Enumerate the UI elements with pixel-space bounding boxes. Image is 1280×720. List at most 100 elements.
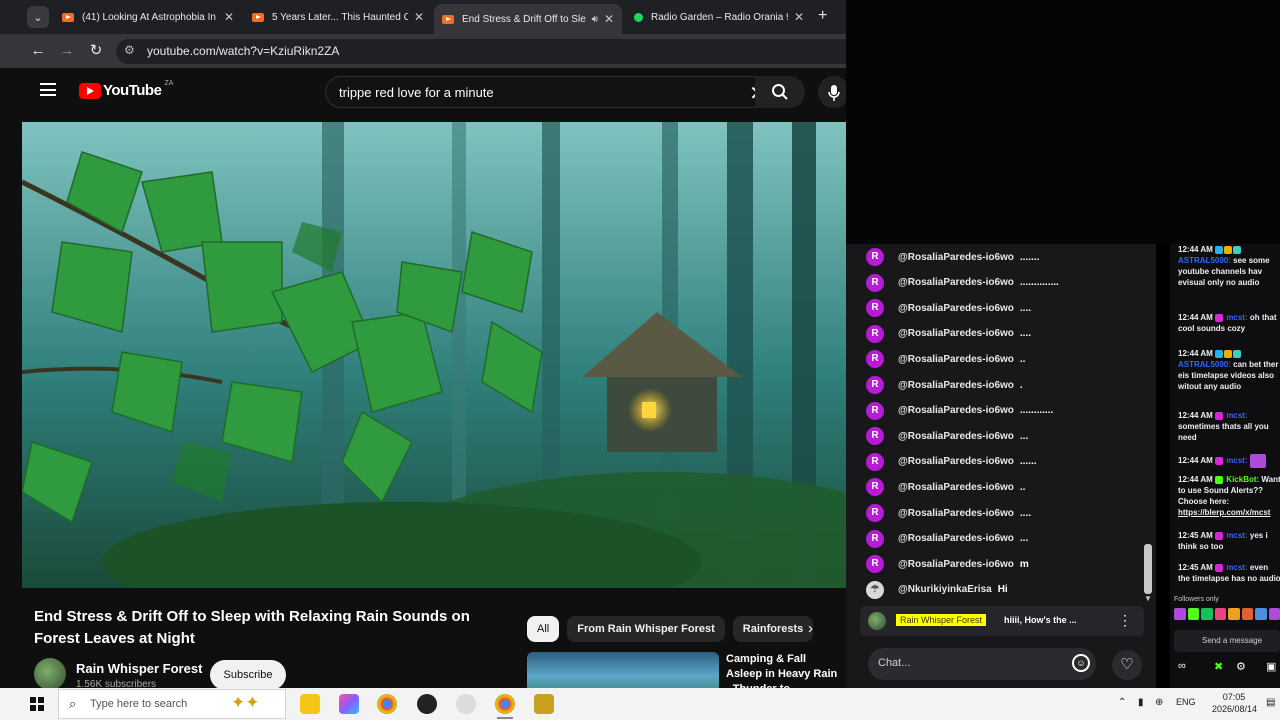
side-chat-message[interactable]: 12:44 AM mcst: sometimes thats all you n… [1178, 410, 1280, 443]
scroll-down-icon[interactable]: ▼ [1144, 594, 1152, 603]
chat-message[interactable]: R @RosaliaParedes-io6wo... [866, 426, 1028, 446]
user-avatar[interactable]: R [866, 478, 884, 497]
user-avatar[interactable]: R [866, 248, 884, 266]
message-username[interactable]: mcst: [1226, 456, 1247, 465]
chat-username[interactable]: @RosaliaParedes-io6wo [898, 431, 1014, 442]
menu-icon[interactable] [40, 83, 56, 96]
settings-icon[interactable]: ⚙ [1236, 660, 1246, 673]
side-chat-message[interactable]: 12:44 AM mcst: oh that cool sounds cozy [1178, 312, 1280, 334]
chat-username[interactable]: @RosaliaParedes-io6wo [898, 303, 1014, 314]
close-tab-icon[interactable]: ✕ [794, 10, 804, 24]
windows-start-icon[interactable] [30, 697, 44, 711]
pinned-message[interactable]: Rain Whisper Forest hiiii, How's the ...… [860, 606, 1144, 636]
mic-tray-icon[interactable]: ▮ [1138, 697, 1144, 708]
side-chat-message[interactable]: 12:44 AM ASTRAL5090: see some youtube ch… [1178, 244, 1280, 288]
github-icon[interactable] [417, 694, 437, 714]
tab-radio-garden[interactable]: Radio Garden – Radio Orania 9 ✕ [626, 4, 812, 30]
language-indicator[interactable]: ENG [1176, 697, 1196, 707]
chat-username[interactable]: @NkurikiyinkaErisa [898, 584, 992, 595]
recommended-title[interactable]: Camping & Fall Asleep in Heavy Rain - Th… [726, 652, 838, 688]
search-input[interactable]: trippe red love for a minute ✕ [325, 76, 775, 108]
channel-name[interactable]: Rain Whisper Forest [76, 661, 202, 676]
tab-astrophobia[interactable]: (41) Looking At Astrophobia In ✕ [54, 4, 242, 30]
file-explorer-icon[interactable] [300, 694, 320, 714]
side-chat-message[interactable]: 12:45 AM mcst: yes i think so too [1178, 530, 1280, 552]
side-chat-message[interactable]: 12:44 AM ASTRAL5090: can bet ther eis ti… [1178, 348, 1280, 392]
forward-icon[interactable]: → [57, 41, 77, 61]
chat-username[interactable]: @RosaliaParedes-io6wo [898, 456, 1014, 467]
new-tab-icon[interactable]: + [818, 7, 827, 25]
chat-username[interactable]: @RosaliaParedes-io6wo [898, 328, 1014, 339]
message-username[interactable]: ASTRAL5090: [1178, 256, 1231, 265]
user-avatar[interactable]: R [866, 273, 884, 292]
emote-bar[interactable] [1174, 608, 1280, 622]
chat-message[interactable]: R @RosaliaParedes-io6wo. [866, 375, 1023, 395]
chat-username[interactable]: @RosaliaParedes-io6wo [898, 405, 1014, 416]
app-icon[interactable] [534, 694, 554, 714]
channel-avatar[interactable] [34, 658, 66, 688]
more-options-icon[interactable]: ⋮ [1118, 612, 1132, 629]
chip-from-channel[interactable]: From Rain Whisper Forest [567, 616, 725, 642]
chat-username[interactable]: @RosaliaParedes-io6wo [898, 559, 1014, 570]
message-username[interactable]: mcst: [1226, 563, 1247, 572]
chat-input[interactable]: Chat... ☺ [868, 648, 1096, 680]
network-icon[interactable]: ⊕ [1155, 697, 1163, 708]
chat-username[interactable]: @RosaliaParedes-io6wo [898, 252, 1014, 263]
notifications-icon[interactable]: ▤ [1266, 697, 1275, 708]
side-chat-message[interactable]: 12:44 AM KickBot: Want to use Sound Aler… [1178, 474, 1280, 518]
clock[interactable]: 07:05 2026/08/14 [1212, 691, 1257, 715]
tab-haunted[interactable]: 5 Years Later... This Haunted Ca ✕ [244, 4, 432, 30]
chat-username[interactable]: @RosaliaParedes-io6wo [898, 482, 1014, 493]
message-username[interactable]: mcst: [1226, 313, 1247, 322]
chat-username[interactable]: @RosaliaParedes-io6wo [898, 533, 1014, 544]
user-avatar[interactable]: R [866, 452, 884, 471]
chat-message[interactable]: R @RosaliaParedes-io6wo.... [866, 503, 1031, 523]
chat-message[interactable]: R @RosaliaParedes-io6wo... [866, 529, 1028, 549]
chrome-icon[interactable] [377, 694, 397, 714]
close-tab-icon[interactable]: ✕ [224, 10, 234, 24]
gift-icon[interactable]: ▣ [1266, 660, 1276, 673]
user-avatar[interactable]: R [866, 529, 884, 548]
chat-message[interactable]: R @RosaliaParedes-io6wo.... [866, 324, 1031, 344]
tab-search-button[interactable]: ⌄ [27, 6, 49, 28]
chat-username[interactable]: @RosaliaParedes-io6wo [898, 508, 1014, 519]
user-avatar[interactable]: R [866, 350, 884, 369]
chat-message[interactable]: R @RosaliaParedes-io6wo............ [866, 401, 1053, 421]
chat-message[interactable]: R @RosaliaParedes-io6wo m [866, 554, 1029, 574]
chat-message[interactable]: R @RosaliaParedes-io6wo.............. [866, 273, 1059, 293]
chat-username[interactable]: @RosaliaParedes-io6wo [898, 277, 1014, 288]
user-avatar[interactable]: R [866, 376, 884, 394]
chat-message[interactable]: R @RosaliaParedes-io6wo.. [866, 477, 1025, 497]
side-chat-message[interactable]: 12:44 AM mcst: [1178, 454, 1280, 468]
message-username[interactable]: mcst: [1226, 411, 1247, 420]
video-player[interactable] [22, 122, 846, 588]
site-info-icon[interactable]: ⚙ [124, 43, 135, 57]
chat-message[interactable]: R @RosaliaParedes-io6wo...... [866, 452, 1037, 472]
kick-icon[interactable]: ✖ [1214, 660, 1223, 673]
microphone-icon[interactable] [818, 76, 846, 108]
search-button[interactable] [755, 76, 805, 108]
snipping-tool-icon[interactable] [456, 694, 476, 714]
user-avatar[interactable]: R [866, 299, 884, 318]
user-avatar[interactable]: R [866, 504, 884, 522]
close-tab-icon[interactable]: ✕ [414, 10, 424, 24]
address-bar[interactable]: ⚙ youtube.com/watch?v=KziuRikn2ZA [116, 39, 846, 64]
message-username[interactable]: KickBot: [1226, 475, 1259, 484]
user-avatar[interactable]: R [866, 401, 884, 420]
speaker-icon[interactable]: 🔊︎ [592, 14, 598, 25]
chrome-profile-icon[interactable] [495, 694, 515, 714]
chat-username[interactable]: @RosaliaParedes-io6wo [898, 380, 1014, 391]
emoji-icon[interactable]: ☺ [1072, 654, 1090, 672]
message-link[interactable]: https://blerp.com/x/mcst [1178, 508, 1270, 517]
subscribe-button[interactable]: Subscribe [210, 660, 286, 688]
tab-end-stress[interactable]: End Stress & Drift Off to Sle 🔊︎ ✕ [434, 4, 622, 34]
user-avatar[interactable]: ☂ [866, 580, 884, 599]
copilot-icon[interactable] [339, 694, 359, 714]
user-avatar[interactable]: R [866, 324, 884, 343]
reload-icon[interactable]: ↻ [86, 41, 106, 61]
heart-icon[interactable]: ♡ [1112, 650, 1142, 680]
back-icon[interactable]: ← [28, 41, 48, 61]
chat-username[interactable]: @RosaliaParedes-io6wo [898, 354, 1014, 365]
send-message-input[interactable]: Send a message [1174, 630, 1280, 652]
chat-message[interactable]: ☂ @NkurikiyinkaErisa Hi [866, 580, 1008, 600]
